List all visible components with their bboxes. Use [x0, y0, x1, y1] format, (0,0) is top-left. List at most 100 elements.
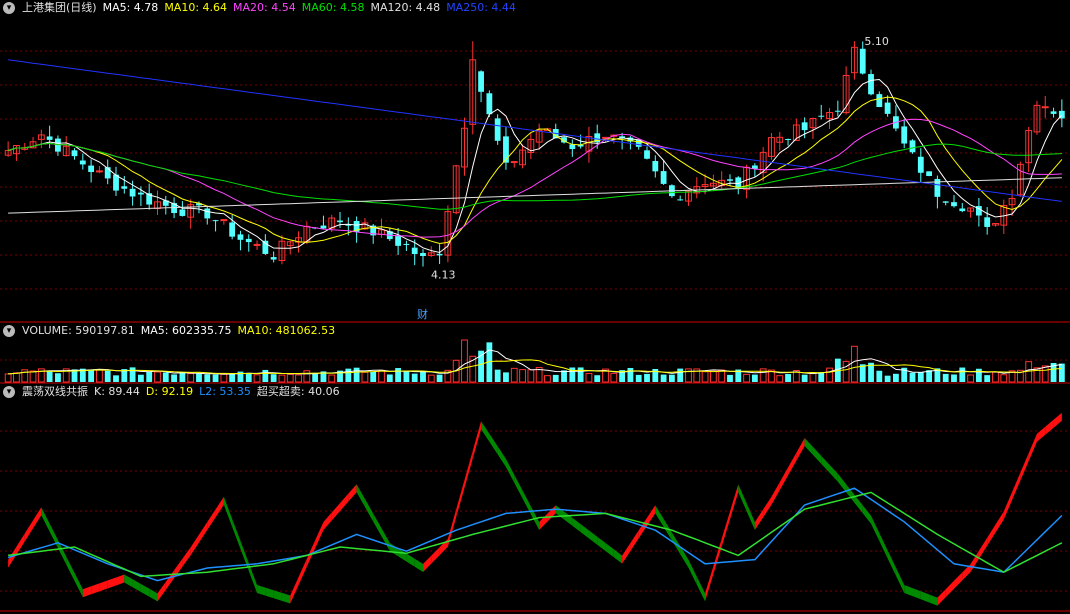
- volume-bar: [386, 374, 393, 382]
- volume-bar: [1041, 365, 1049, 383]
- volume-bar: [644, 373, 650, 382]
- chevron-down-icon[interactable]: ▾: [3, 386, 15, 398]
- k-ribbon-segment: [647, 505, 656, 526]
- k-ribbon-segment: [257, 585, 266, 596]
- volume-bar: [361, 371, 369, 383]
- candle-body: [129, 188, 136, 197]
- k-ribbon-segment: [821, 455, 830, 473]
- k-ribbon-segment: [505, 459, 515, 483]
- chevron-down-icon[interactable]: ▾: [3, 325, 15, 337]
- volume-label: VOLUME: 590197.81: [22, 324, 135, 337]
- k-ribbon-segment: [389, 543, 399, 557]
- volume-bar: [701, 371, 709, 383]
- volume-bar: [179, 372, 186, 382]
- k-ribbon-segment: [829, 464, 838, 482]
- volume-bar: [88, 369, 95, 382]
- k-ribbon-segment: [912, 588, 921, 600]
- k-ribbon-segment: [74, 572, 83, 598]
- volume-bar: [196, 373, 202, 382]
- volume-bar: [668, 374, 675, 382]
- candle-body: [959, 208, 966, 212]
- k-ribbon-segment: [1012, 472, 1021, 501]
- volume-bar: [4, 373, 12, 383]
- osc-l2-label: L2: 53.35: [199, 385, 251, 398]
- k-ribbon-segment: [489, 433, 498, 455]
- k-ribbon-segment: [555, 505, 565, 520]
- volume-bar: [137, 374, 144, 382]
- volume-bar: [154, 371, 161, 383]
- volume-bar: [743, 373, 750, 383]
- candle-body: [1050, 111, 1057, 114]
- candle-body: [237, 234, 244, 240]
- k-ribbon-segment: [223, 496, 233, 527]
- k-ribbon-segment: [655, 505, 664, 527]
- volume-bar: [519, 369, 526, 383]
- low-price-label: 4.13: [431, 269, 456, 282]
- k-ribbon-segment: [140, 583, 150, 597]
- candle-body: [137, 192, 144, 195]
- k-ribbon-segment: [1020, 453, 1029, 481]
- volume-bar: [527, 369, 535, 383]
- ma250-label: MA250: 4.44: [446, 1, 516, 14]
- volume-bar: [544, 375, 551, 383]
- volume-bar: [610, 372, 618, 383]
- candle-body: [660, 171, 667, 184]
- k-ribbon-segment: [738, 484, 747, 512]
- volume-bar: [262, 369, 269, 382]
- finance-marker: 财: [417, 307, 428, 321]
- k-ribbon-segment: [373, 513, 382, 537]
- candle-body: [677, 199, 684, 201]
- candle-body: [868, 74, 874, 95]
- osc-d-label: D: 92.19: [145, 385, 194, 398]
- k-ribbon-segment: [904, 585, 913, 597]
- k-ribbon-segment: [281, 592, 291, 604]
- volume-bar: [171, 374, 177, 382]
- vol-ma10-label: MA10: 481062.53: [237, 324, 336, 337]
- candle-body: [121, 186, 128, 189]
- k-ribbon-segment: [414, 558, 423, 572]
- candle-body: [320, 225, 327, 229]
- volume-bar: [278, 374, 286, 383]
- volume-bar: [420, 371, 426, 382]
- k-ribbon-segment: [721, 511, 730, 547]
- candle-body: [270, 257, 277, 260]
- candle-body: [652, 161, 659, 172]
- k-ribbon-segment: [323, 512, 332, 530]
- candle-body: [96, 170, 103, 173]
- k-ribbon-segment: [190, 534, 199, 556]
- volume-bar: [635, 374, 642, 382]
- oscillator-header: ▾ 震荡双线共振 K: 89.44 D: 92.19 L2: 53.35 超买超…: [0, 384, 340, 400]
- volume-bar: [395, 368, 402, 382]
- k-ribbon-segment: [929, 594, 938, 606]
- volume-bar: [494, 369, 501, 382]
- k-ribbon-segment: [564, 511, 573, 526]
- volume-bar: [403, 371, 410, 382]
- volume-bar: [295, 374, 302, 383]
- k-ribbon-segment: [1028, 433, 1037, 462]
- volume-bar: [378, 369, 385, 383]
- k-ribbon-segment: [207, 509, 216, 530]
- volume-bar: [461, 339, 468, 383]
- volume-bar: [776, 375, 784, 383]
- volume-bar: [951, 374, 957, 382]
- k-ribbon-segment: [24, 520, 34, 542]
- volume-bar: [29, 370, 37, 383]
- chart-stage: 5.10 4.13 财 ▾ 上港集团(日线) MA5: 4.78 MA10: 4.6…: [0, 0, 1070, 614]
- volume-bar: [826, 367, 833, 383]
- candle-body: [859, 48, 866, 74]
- k-ribbon-segment: [597, 536, 606, 551]
- k-ribbon-segment: [1036, 426, 1046, 442]
- volume-bar: [942, 373, 949, 382]
- chevron-down-icon[interactable]: ▾: [3, 2, 15, 14]
- k-ribbon-segment: [431, 547, 440, 564]
- candle-body: [212, 220, 219, 222]
- candle-body: [204, 208, 211, 219]
- volume-bar: [212, 374, 219, 382]
- k-ribbon-segment: [729, 484, 739, 520]
- k-ribbon-segment: [107, 577, 117, 589]
- k-ribbon-segment: [33, 507, 42, 529]
- candle-body: [395, 235, 402, 246]
- k-ribbon-segment: [157, 581, 166, 602]
- stock-title: 上港集团(日线): [22, 1, 97, 14]
- candle-body: [253, 243, 261, 246]
